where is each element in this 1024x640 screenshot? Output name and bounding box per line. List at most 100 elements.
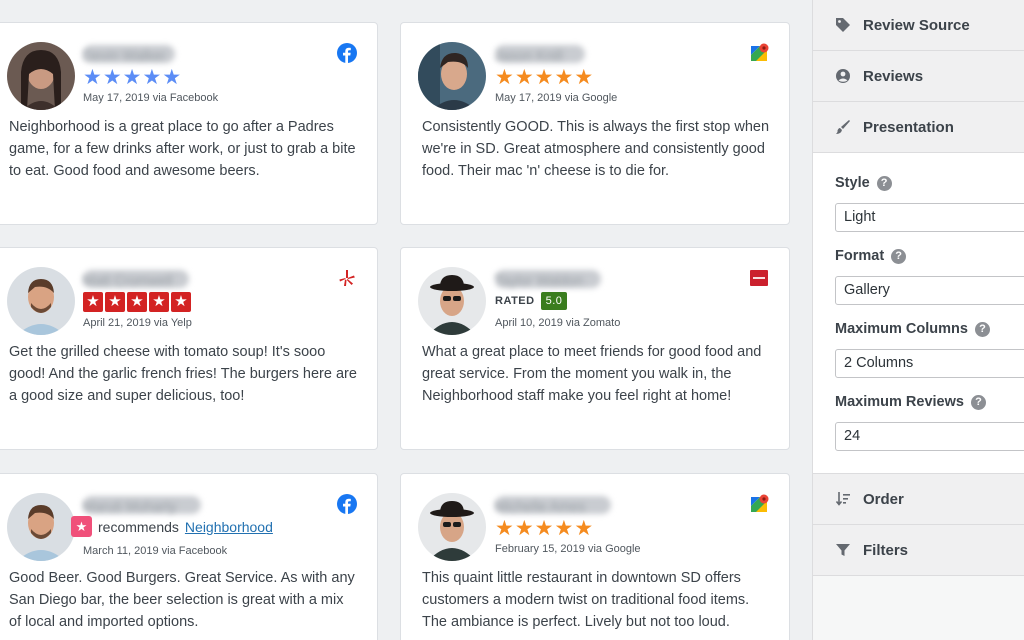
tag-icon — [835, 17, 851, 33]
format-field: Format? Gallery — [835, 248, 1024, 305]
max-columns-select[interactable]: 2 Columns — [835, 349, 1024, 378]
star-icon: ★ — [554, 517, 574, 540]
review-date: February 15, 2019 via Google — [495, 543, 641, 555]
star-rating: ★ ★ ★ ★ ★ — [83, 67, 181, 89]
help-icon[interactable]: ? — [876, 175, 892, 191]
google-maps-icon — [749, 494, 769, 514]
filter-icon — [835, 542, 851, 558]
star-rating: ★ ★ ★ ★ ★ — [83, 292, 191, 312]
star-icon: ★ — [514, 66, 534, 89]
star-icon: ★ — [83, 292, 103, 312]
star-icon: ★ — [495, 517, 514, 540]
help-icon[interactable]: ? — [974, 321, 990, 337]
user-circle-icon — [835, 68, 851, 84]
review-card: Taylor Waldon RATED 5.0 April 10, 2019 v… — [400, 247, 790, 450]
recommendation: ★ recommends Neighborhood — [71, 516, 273, 537]
reviewer-avatar — [7, 493, 75, 561]
review-card: Matt Cromwell ★ ★ ★ ★ ★ April 21, 2019 via Y… — [0, 247, 378, 450]
max-columns-field: Maximum Columns? 2 Columns — [835, 321, 1024, 378]
star-icon: ★ — [149, 292, 169, 312]
star-icon: ★ — [534, 66, 554, 89]
star-icon: ★ — [534, 517, 554, 540]
rating-badge: 5.0 — [540, 292, 568, 310]
reviewer-name: Devin Walker — [83, 47, 166, 63]
panel-title: Reviews — [863, 67, 924, 85]
recommends-text: recommends — [98, 518, 179, 535]
panel-review-source[interactable]: Review Source — [813, 0, 1024, 51]
max-reviews-label-text: Maximum Reviews — [835, 394, 964, 410]
review-date: May 17, 2019 via Google — [495, 92, 618, 104]
star-rating: ★ ★ ★ ★ ★ — [495, 67, 593, 89]
review-date: May 17, 2019 via Facebook — [83, 92, 219, 104]
star-icon: ★ — [127, 292, 147, 312]
review-card: Michelle Ames ★ ★ ★ ★ ★ February 15, 2019 vi… — [400, 473, 790, 640]
reviewer-name: Maruti Moharty — [83, 498, 177, 514]
review-text: Consistently GOOD. This is always the fi… — [422, 119, 770, 179]
style-label: Style? — [835, 175, 1024, 191]
style-label-text: Style — [835, 175, 870, 191]
star-icon: ★ — [554, 66, 574, 89]
paintbrush-icon — [835, 119, 851, 135]
reviewer-name: Matt Cromwell — [83, 272, 173, 288]
star-icon: ★ — [495, 66, 514, 89]
reviewer-avatar — [418, 42, 486, 110]
reviewer-name: Jason Knill — [495, 47, 563, 63]
star-icon: ★ — [162, 66, 182, 89]
max-columns-label-text: Maximum Columns — [835, 321, 968, 337]
review-card: Jason Knill ★ ★ ★ ★ ★ May 17, 2019 via Googl… — [400, 22, 790, 225]
reviewer-avatar — [7, 267, 75, 335]
panel-order[interactable]: Order — [813, 474, 1024, 525]
zomato-icon — [749, 268, 769, 288]
review-date: April 21, 2019 via Yelp — [83, 317, 192, 329]
style-field: Style? Light — [835, 175, 1024, 232]
help-icon[interactable]: ? — [891, 248, 907, 264]
star-icon: ★ — [83, 66, 102, 89]
reviewer-avatar — [418, 267, 486, 335]
style-select[interactable]: Light — [835, 203, 1024, 232]
reviewer-name: Taylor Waldon — [495, 272, 584, 288]
format-label: Format? — [835, 248, 1024, 264]
yelp-icon — [337, 268, 357, 288]
review-text: This quaint little restaurant in downtow… — [422, 570, 750, 630]
review-text: Neighborhood is a great place to go afte… — [9, 119, 356, 179]
business-link[interactable]: Neighborhood — [185, 519, 273, 535]
review-card: Maruti Moharty ★ recommends Neighborhood… — [0, 473, 378, 640]
star-icon: ★ — [574, 66, 594, 89]
review-date: March 11, 2019 via Facebook — [83, 545, 228, 557]
facebook-icon — [337, 494, 357, 514]
max-reviews-input[interactable]: 24 — [835, 422, 1024, 451]
panel-title: Presentation — [863, 118, 954, 136]
settings-sidebar: Review Source Reviews Presentation Style… — [812, 0, 1024, 640]
panel-title: Filters — [863, 541, 909, 559]
star-icon: ★ — [171, 292, 191, 312]
review-text: Good Beer. Good Burgers. Great Service. … — [9, 570, 355, 630]
panel-title: Order — [863, 490, 904, 508]
rated-label: RATED — [495, 295, 535, 307]
max-columns-label: Maximum Columns? — [835, 321, 1024, 337]
max-reviews-field: Maximum Reviews? 24 — [835, 394, 1024, 451]
star-icon: ★ — [514, 517, 534, 540]
star-icon: ★ — [105, 292, 125, 312]
star-icon: ★ — [574, 517, 594, 540]
facebook-icon — [337, 43, 357, 63]
max-reviews-label: Maximum Reviews? — [835, 394, 1024, 410]
review-date: April 10, 2019 via Zomato — [495, 317, 621, 329]
format-select[interactable]: Gallery — [835, 276, 1024, 305]
reviewer-name: Michelle Ames — [495, 498, 586, 514]
panel-filters[interactable]: Filters — [813, 525, 1024, 576]
review-card: Devin Walker ★ ★ ★ ★ ★ May 17, 2019 via Face… — [0, 22, 378, 225]
star-icon: ★ — [142, 66, 162, 89]
reviews-gallery: Devin Walker ★ ★ ★ ★ ★ May 17, 2019 via Face… — [0, 0, 812, 640]
help-icon[interactable]: ? — [970, 394, 986, 410]
sort-icon — [835, 491, 851, 507]
reviewer-avatar — [7, 42, 75, 110]
review-text: Get the grilled cheese with tomato soup!… — [9, 344, 357, 404]
review-text: What a great place to meet friends for g… — [422, 344, 762, 404]
star-icon: ★ — [122, 66, 142, 89]
panel-presentation[interactable]: Presentation — [813, 102, 1024, 153]
zomato-rating: RATED 5.0 — [495, 292, 568, 310]
panel-title: Review Source — [863, 16, 970, 34]
panel-reviews[interactable]: Reviews — [813, 51, 1024, 102]
star-rating: ★ ★ ★ ★ ★ — [495, 518, 593, 540]
recommend-star-icon: ★ — [71, 516, 92, 537]
